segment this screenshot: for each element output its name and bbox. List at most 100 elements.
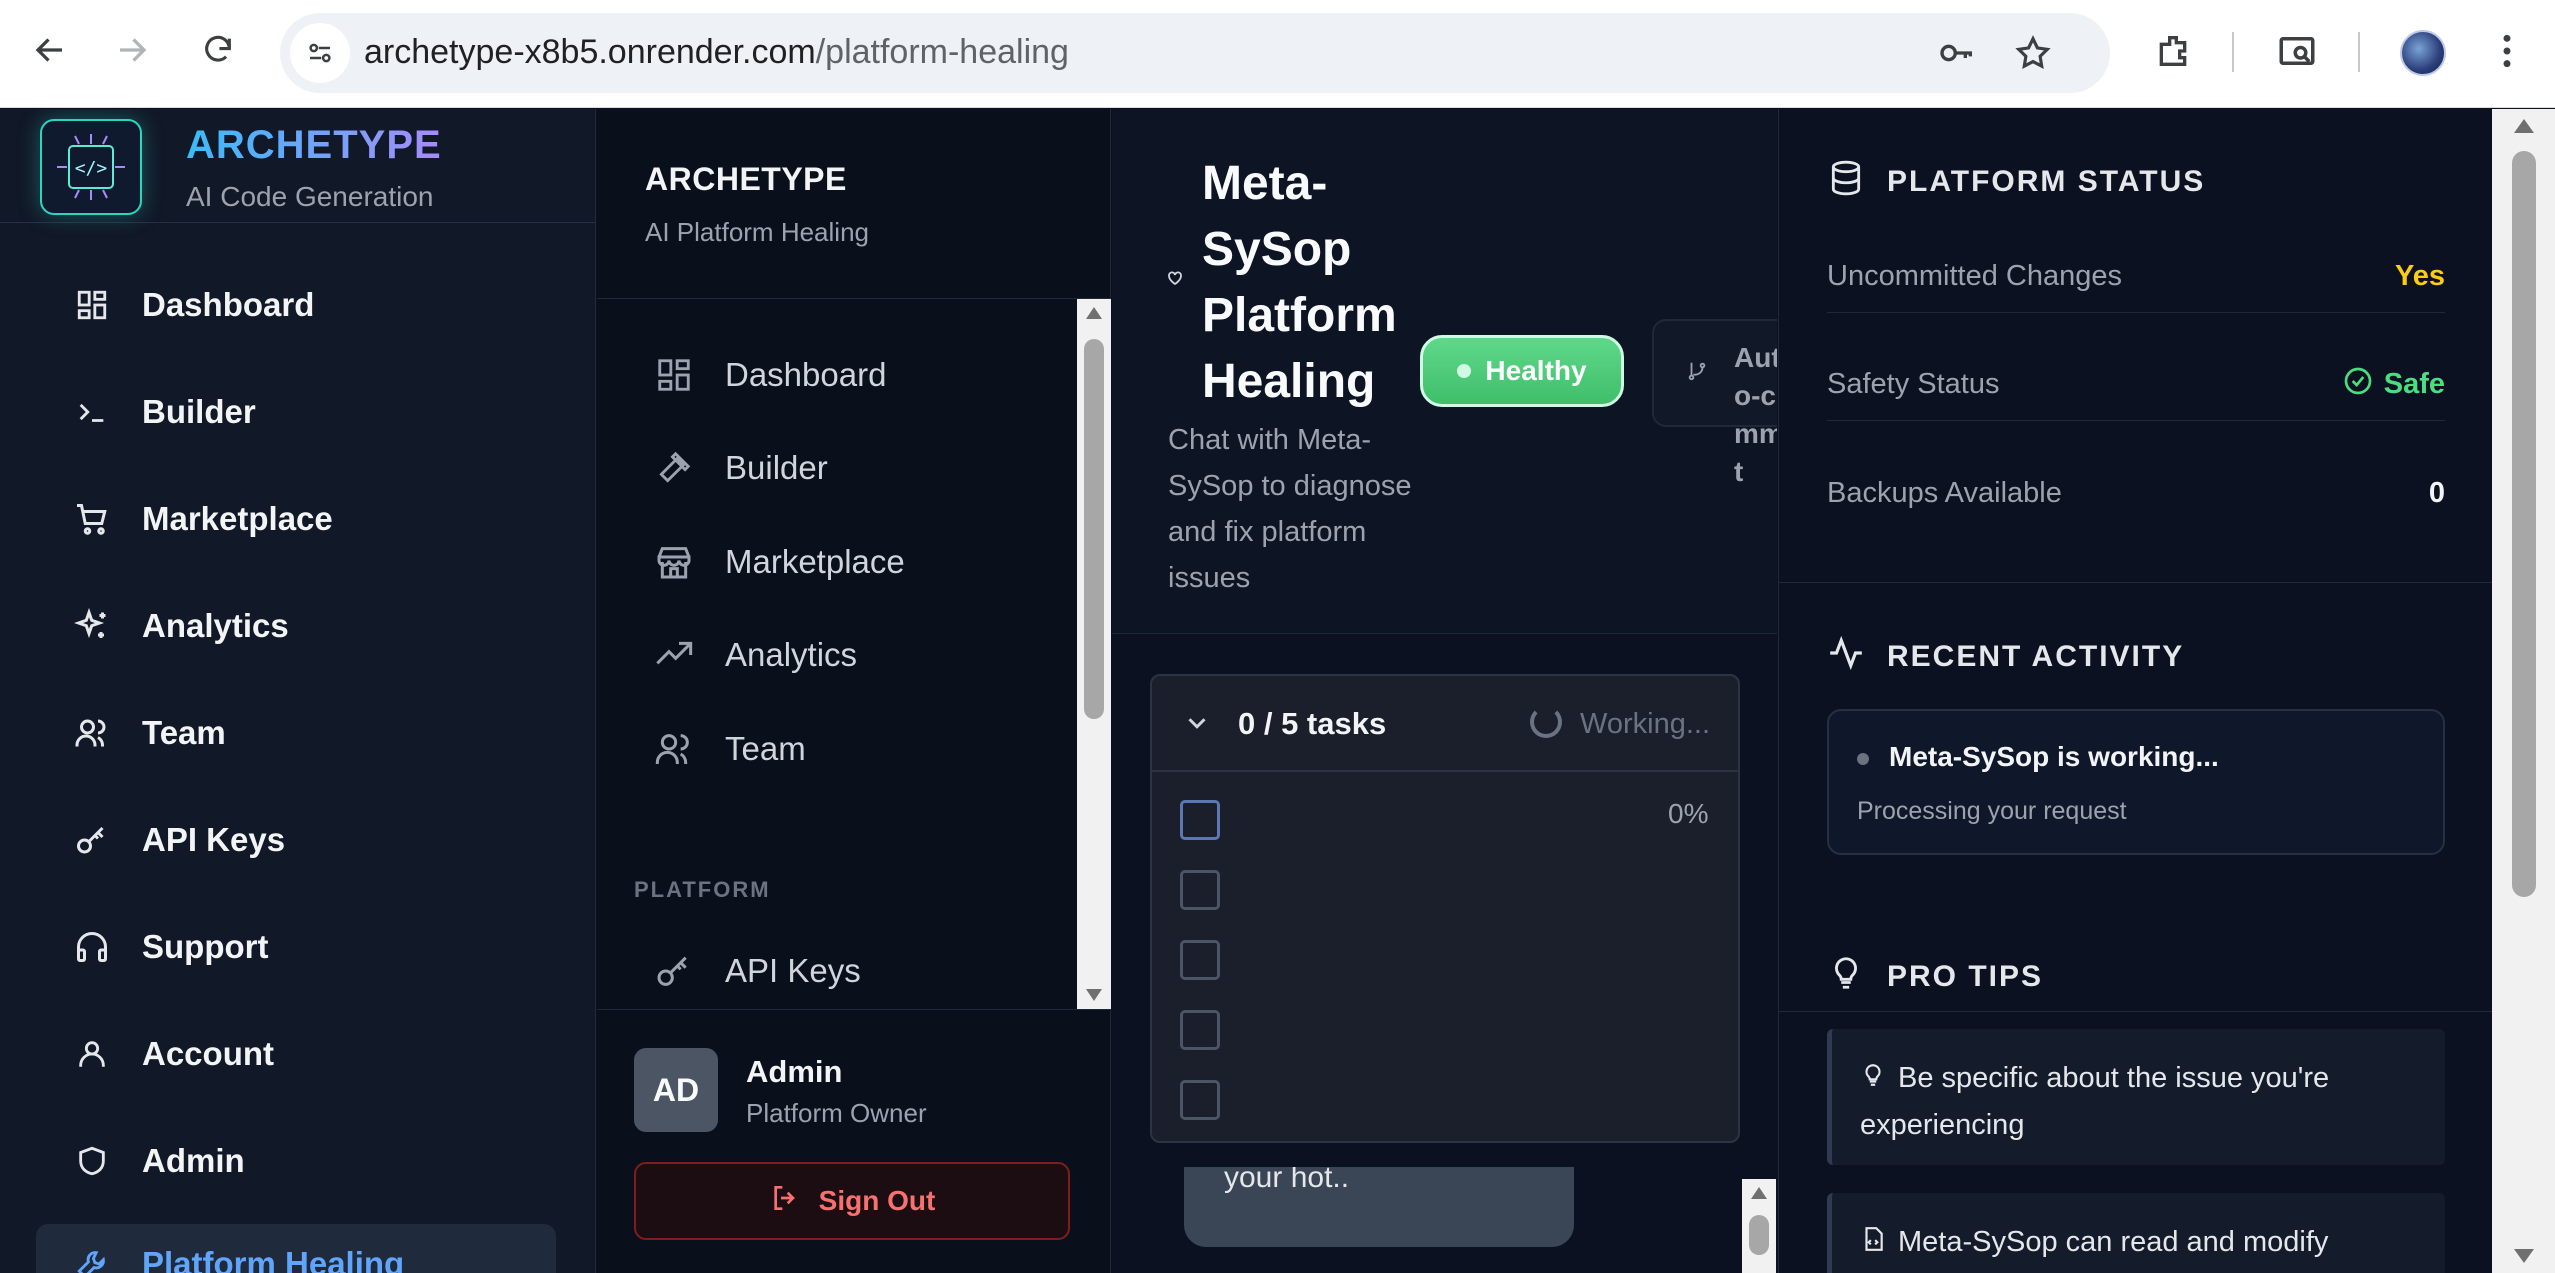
reload-button[interactable] (190, 22, 246, 78)
sidebar-item-label: Builder (142, 393, 256, 430)
file-code-icon (1860, 1220, 1886, 1266)
check-circle-icon (2342, 365, 2374, 405)
user-name: Admin (746, 1054, 843, 1089)
page-scrollbar[interactable] (2492, 109, 2555, 1273)
nav-item-label: Dashboard (725, 356, 887, 393)
activity-card: Meta-SySop is working... Processing your… (1827, 709, 2445, 855)
nav-scrollbar[interactable] (1077, 299, 1111, 1009)
status-value: Safe (2342, 365, 2445, 405)
sidebar-item-dashboard[interactable]: Dashboard (36, 265, 556, 345)
activity-title: Meta-SySop is working... (1889, 741, 2219, 772)
task-progress: 0% (1668, 798, 1709, 829)
status-row-uncommitted: Uncommitted Changes Yes (1827, 241, 2445, 313)
menu-kebab-icon[interactable] (2482, 26, 2532, 76)
task-checkbox[interactable] (1180, 940, 1220, 980)
scroll-down-arrow-icon[interactable] (2514, 1249, 2534, 1263)
task-status: Working... (1580, 708, 1711, 740)
nav-item-analytics[interactable]: Analytics (645, 615, 1065, 695)
platform-status-section: PLATFORM STATUS Uncommitted Changes Yes … (1779, 109, 2493, 583)
chat-scrollbar[interactable] (1742, 1179, 1776, 1273)
shield-icon (72, 1141, 112, 1181)
nav-item-marketplace[interactable]: Marketplace (645, 522, 1065, 602)
sidebar-item-account[interactable]: Account (36, 1014, 556, 1094)
back-button[interactable] (22, 22, 78, 78)
task-checkbox[interactable] (1180, 1080, 1220, 1120)
url-text[interactable]: archetype-x8b5.onrender.com/platform-hea… (364, 33, 1069, 72)
hammer-icon (653, 447, 695, 489)
nav-item-api-keys[interactable]: API Keys (645, 931, 1065, 1011)
chevron-down-icon[interactable] (1182, 708, 1212, 743)
activity-subtitle: Processing your request (1857, 797, 2127, 825)
sidebar-item-analytics[interactable]: Analytics (36, 586, 556, 666)
secondary-sidebar-title: ARCHETYPE (645, 161, 847, 197)
status-badge-label: Healthy (1485, 355, 1587, 386)
headphones-icon (72, 927, 112, 967)
pro-tip-item: Meta-SySop can read and modify (1827, 1193, 2445, 1273)
brand-subtitle: AI Code Generation (186, 181, 434, 212)
password-key-icon[interactable] (1932, 28, 1982, 78)
sidebar-item-team[interactable]: Team (36, 693, 556, 773)
brand-title: ARCHETYPE (186, 123, 442, 167)
sidebar-item-label: Analytics (142, 607, 289, 644)
scroll-down-arrow-icon[interactable] (1086, 989, 1102, 1001)
forward-button[interactable] (104, 22, 160, 78)
page-header: Meta-SySop Platform Healing Chat with Me… (1112, 109, 1777, 634)
sidebar-item-label: API Keys (142, 821, 286, 858)
secondary-sidebar-header: ARCHETYPE AI Platform Healing (597, 109, 1111, 299)
database-icon (1827, 159, 1865, 205)
nav-item-dashboard[interactable]: Dashboard (645, 335, 1065, 415)
scroll-up-arrow-icon[interactable] (1086, 307, 1102, 319)
sign-out-button[interactable]: Sign Out (634, 1162, 1070, 1240)
address-bar[interactable]: archetype-x8b5.onrender.com/platform-hea… (280, 13, 2110, 93)
avatar[interactable]: AD (634, 1048, 718, 1132)
secondary-sidebar-subtitle: AI Platform Healing (645, 217, 869, 247)
recent-activity-heading: RECENT ACTIVITY (1827, 634, 2184, 680)
sidebar-item-builder[interactable]: Builder (36, 372, 556, 452)
task-list-header[interactable]: 0 / 5 tasks Working... (1152, 676, 1738, 772)
task-checkbox[interactable] (1180, 1010, 1220, 1050)
task-checkbox[interactable] (1180, 800, 1220, 840)
sidebar-item-marketplace[interactable]: Marketplace (36, 479, 556, 559)
user-role: Platform Owner (746, 1098, 927, 1128)
store-icon (653, 541, 695, 583)
nav-item-team[interactable]: Team (645, 709, 1065, 789)
grid-icon (653, 354, 695, 396)
scroll-up-arrow-icon[interactable] (1751, 1187, 1767, 1199)
activity-dot (1857, 753, 1869, 765)
sidebar-item-label: Account (142, 1035, 274, 1072)
sidebar-item-label: Marketplace (142, 500, 333, 537)
nav-item-label: Builder (725, 449, 828, 486)
nav-item-label: API Keys (725, 952, 861, 989)
sidebar-item-support[interactable]: Support (36, 907, 556, 987)
extensions-icon[interactable] (2148, 26, 2198, 76)
scroll-up-arrow-icon[interactable] (2514, 119, 2534, 133)
lightbulb-icon (1860, 1056, 1886, 1102)
status-dot (1457, 364, 1472, 378)
scrollbar-thumb[interactable] (1749, 1215, 1769, 1255)
status-value: 0 (2428, 476, 2445, 509)
chat-message-text: your hot.. (1224, 1167, 1350, 1194)
toolbar-divider (2358, 32, 2360, 72)
site-info-icon[interactable] (290, 23, 350, 83)
bookmark-star-icon[interactable] (2008, 28, 2058, 78)
status-value: Yes (2395, 260, 2445, 292)
scrollbar-thumb[interactable] (2512, 151, 2536, 897)
tab-search-icon[interactable] (2272, 26, 2322, 76)
sparkles-icon (72, 606, 112, 646)
nav-item-label: Team (725, 730, 806, 767)
sidebar-item-api-keys[interactable]: API Keys (36, 800, 556, 880)
users-icon (653, 728, 695, 770)
profile-avatar[interactable] (2400, 30, 2446, 76)
sidebar-item-admin[interactable]: Admin (36, 1121, 556, 1201)
sidebar-item-label: Support (142, 928, 269, 965)
git-branch-icon (1686, 357, 1708, 389)
sidebar-item-platform-healing[interactable]: Platform Healing (36, 1224, 556, 1273)
lightbulb-icon (1827, 954, 1865, 1000)
page-subtitle: Chat with Meta-SySop to diagnose and fix… (1168, 424, 1412, 594)
auto-commit-button[interactable]: Auto-commit (1652, 319, 1777, 487)
auto-commit-label: Auto-commit (1734, 342, 1777, 487)
scrollbar-thumb[interactable] (1084, 339, 1104, 719)
logo-icon[interactable]: </> (40, 119, 142, 215)
nav-item-builder[interactable]: Builder (645, 428, 1065, 508)
task-checkbox[interactable] (1180, 870, 1220, 910)
